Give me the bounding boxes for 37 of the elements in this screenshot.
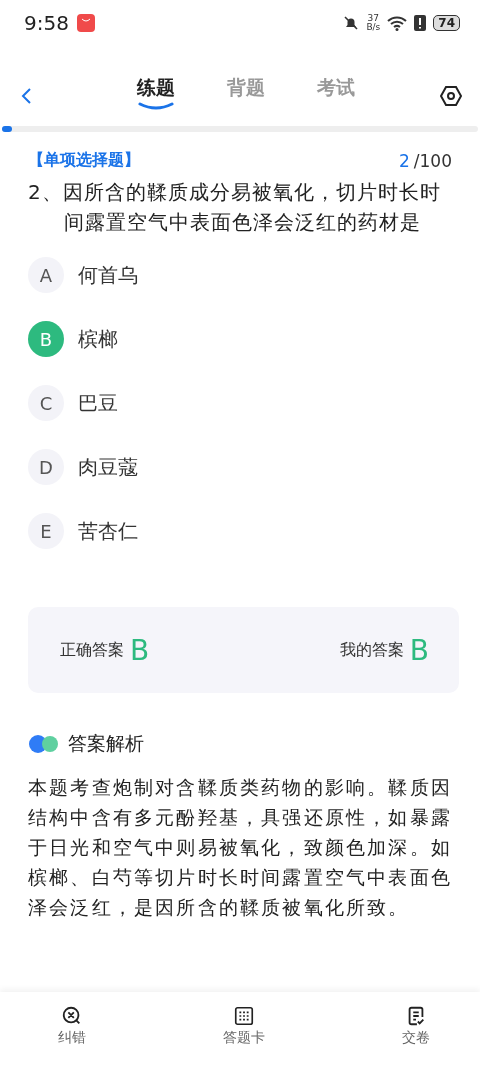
option-text[interactable]: 巴豆 xyxy=(78,389,118,417)
status-time: 9:58 xyxy=(24,11,69,35)
my-answer: B xyxy=(409,633,429,667)
bottom-bar-button[interactable]: 答题卡 xyxy=(223,1005,265,1047)
dots-icon xyxy=(28,734,60,754)
my-answer-label: 我的答案 xyxy=(339,639,404,661)
option-text[interactable]: 苦杏仁 xyxy=(78,517,138,545)
tab[interactable]: 练题 xyxy=(137,74,175,110)
sim-alert-icon xyxy=(414,15,427,31)
option-text[interactable]: 肉豆蔻 xyxy=(78,453,138,481)
option-letter[interactable]: C xyxy=(28,385,64,421)
question-type: 【单项选择题】 xyxy=(28,150,140,171)
app-notification-icon xyxy=(76,14,95,32)
close-circle-icon xyxy=(61,1005,83,1027)
question-total: /100 xyxy=(413,150,452,171)
current-question-number: 2 xyxy=(399,150,410,171)
net-speed-value: 37 xyxy=(367,14,380,23)
explanation-title: 答案解析 xyxy=(68,731,144,756)
net-speed-unit: B/s xyxy=(366,23,381,32)
option-text[interactable]: 何首乌 xyxy=(78,261,138,289)
correct-answer-label: 正确答案 xyxy=(60,639,124,661)
option-text[interactable]: 槟榔 xyxy=(78,325,118,353)
correct-answer: B xyxy=(130,633,150,667)
option-letter[interactable]: D xyxy=(28,449,64,485)
wifi-icon xyxy=(387,15,408,31)
question-text: 2、因所含的鞣质成分易被氧化，切片时长时间露置空气中表面色泽会泛红的药材是 xyxy=(28,179,442,236)
bottom-bar-button[interactable]: 交卷 xyxy=(402,1005,430,1047)
tab-underline-icon xyxy=(138,102,174,110)
battery-level: 74 xyxy=(433,15,460,31)
back-icon[interactable] xyxy=(20,87,32,105)
grid-icon xyxy=(233,1005,255,1027)
bottom-bar-button[interactable]: 纠错 xyxy=(58,1005,86,1047)
bell-off-icon xyxy=(343,15,360,31)
option-letter[interactable]: A xyxy=(28,257,64,293)
explanation-text: 本题考查炮制对含鞣质类药物的影响。鞣质因结构中含有多元酚羟基，具强还原性，如暴露于日光和空气中则易被氧化，致颜色加深。如槟榔、白芍等切片时长时间露置空气中表面色泽会泛红，是因所含的鞣质被氧化所致。 xyxy=(28,776,453,920)
settings-icon[interactable] xyxy=(440,85,462,107)
option-letter[interactable]: E xyxy=(28,513,64,549)
